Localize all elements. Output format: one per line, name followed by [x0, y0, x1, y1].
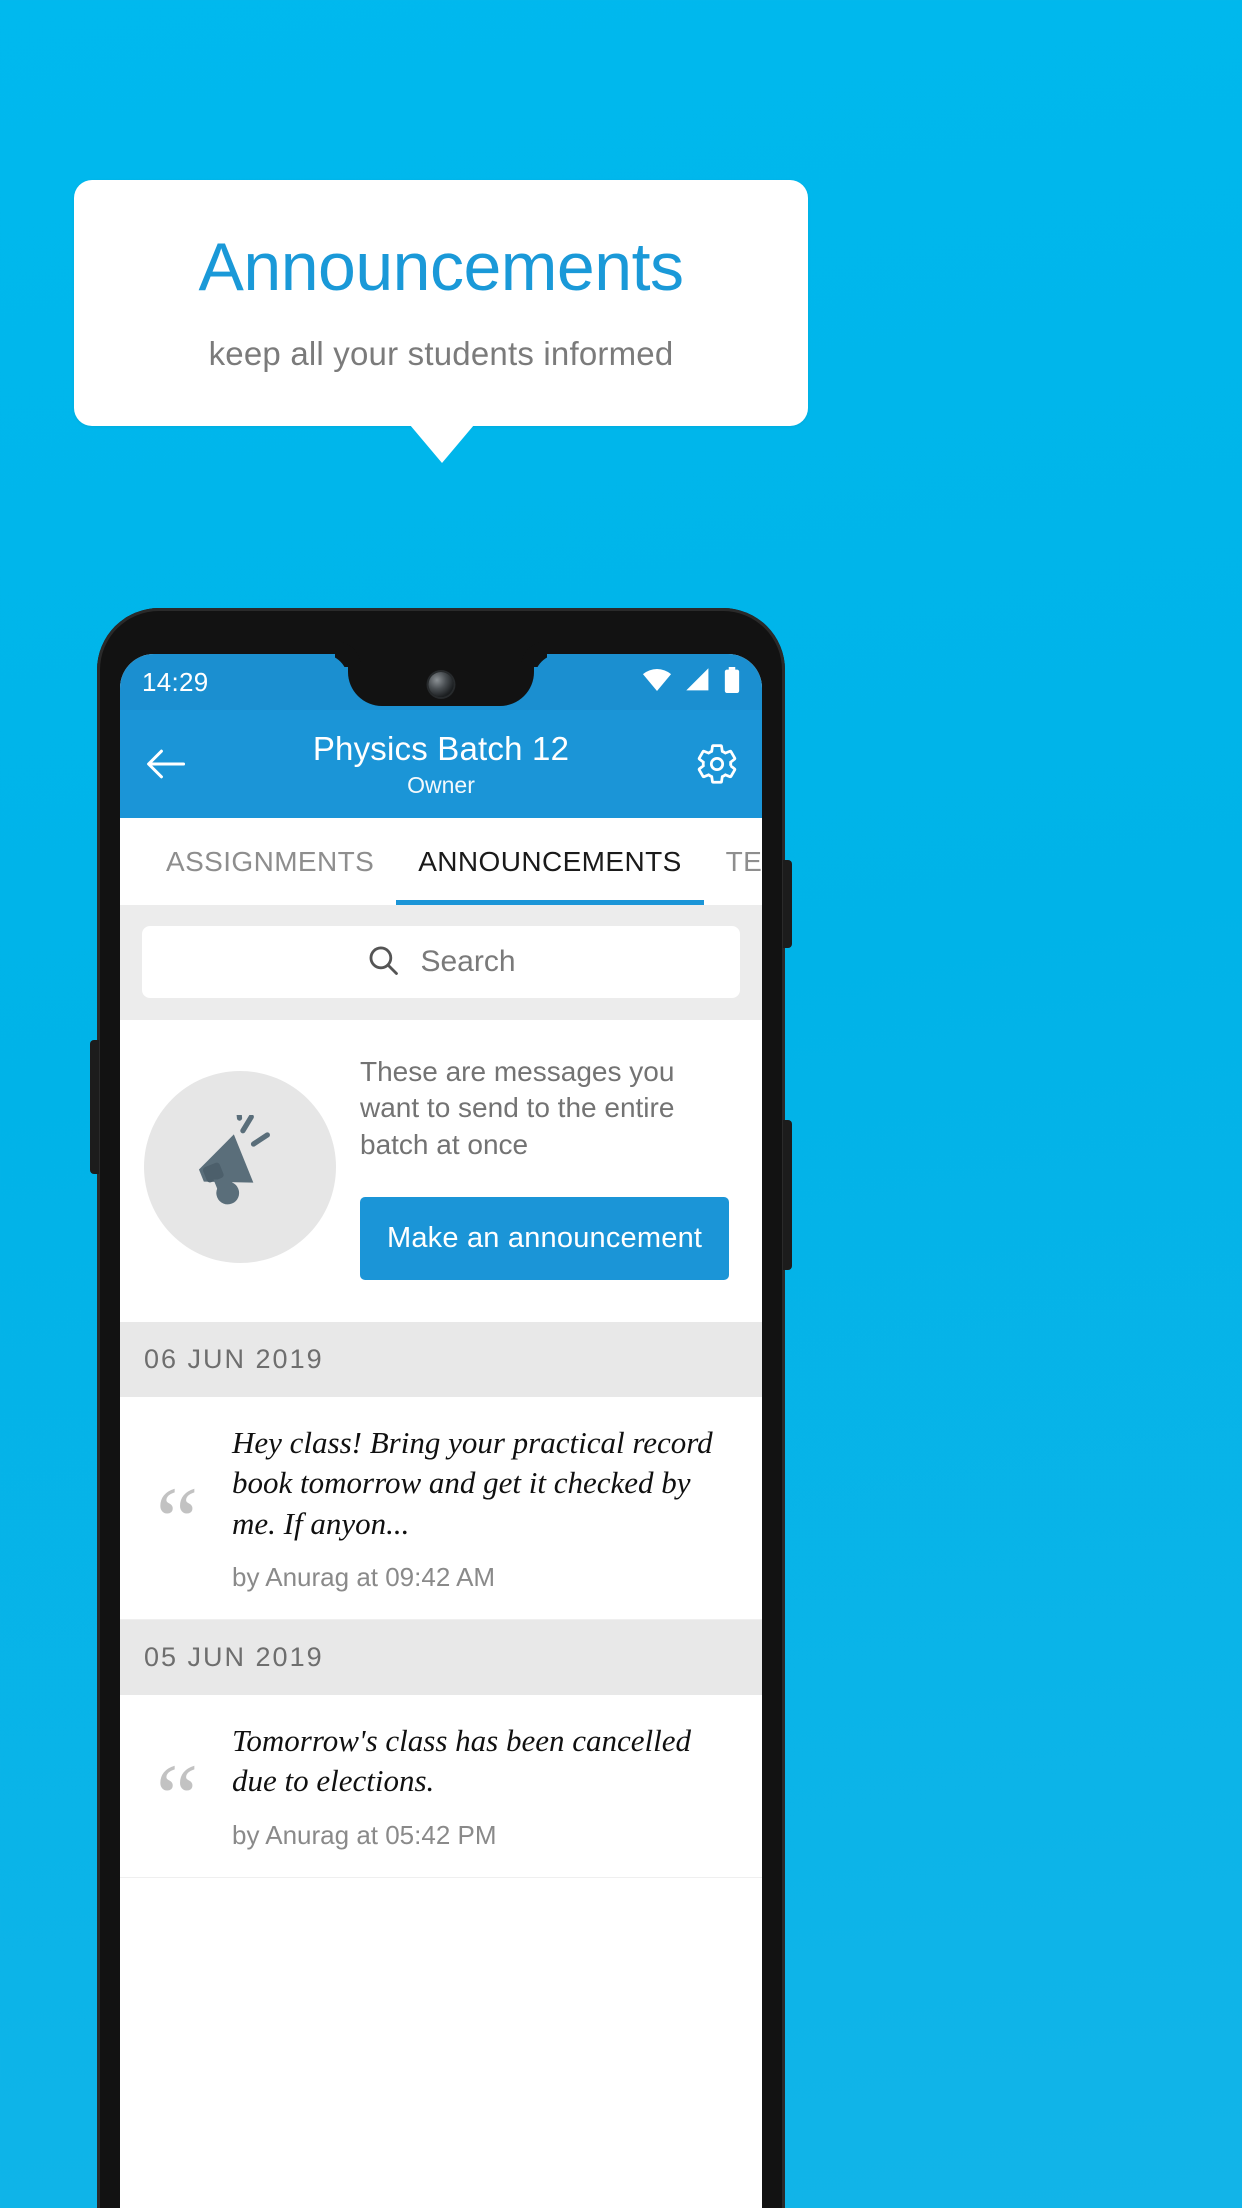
announcement-body: Hey class! Bring your practical record b… [232, 1423, 738, 1593]
announcement-body: Tomorrow's class has been cancelled due … [232, 1721, 738, 1851]
signal-icon [685, 667, 711, 697]
status-clock: 14:29 [142, 666, 209, 697]
page-title: Physics Batch 12 [312, 729, 570, 767]
announcement-meta: by Anurag at 09:42 AM [232, 1562, 496, 1593]
search-icon [366, 943, 400, 982]
phone-volume-button [783, 1120, 792, 1270]
tab-bar: ASSIGNMENTS ANNOUNCEMENTS TESTS ’ [120, 818, 762, 906]
quote-icon: “ [155, 1466, 199, 1574]
page-subtitle: Owner [407, 771, 475, 798]
empty-state-description: These are messages you want to send to t… [360, 1056, 675, 1160]
phone-power-button [783, 860, 792, 948]
promo-subtitle: keep all your students informed [208, 335, 674, 372]
megaphone-icon [144, 1071, 336, 1264]
phone-frame: 14:29 Physics Batch 12 Owner ASSIGNMENTS… [90, 608, 792, 2208]
wifi-icon [642, 668, 672, 696]
tab-assignments[interactable]: ASSIGNMENTS [144, 818, 396, 905]
announcement-empty-state: These are messages you want to send to t… [120, 1020, 762, 1323]
back-arrow-icon[interactable] [142, 741, 188, 787]
announcement-list-item[interactable]: “ Tomorrow's class has been cancelled du… [120, 1695, 762, 1878]
make-announcement-button[interactable]: Make an announcement [360, 1197, 730, 1281]
tab-announcements[interactable]: ANNOUNCEMENTS [396, 818, 705, 905]
app-bar-titles: Physics Batch 12 Owner [120, 730, 762, 799]
phone-side-button-left [90, 1040, 99, 1174]
search-input[interactable]: Search [142, 926, 740, 998]
announcement-list-item[interactable]: “ Hey class! Bring your practical record… [120, 1397, 762, 1621]
promo-card: Announcements keep all your students inf… [74, 180, 808, 426]
phone-notch [348, 654, 534, 706]
quote-icon: “ [155, 1744, 199, 1852]
app-bar: Physics Batch 12 Owner [120, 710, 762, 818]
announcement-meta: by Anurag at 05:42 PM [232, 1819, 497, 1850]
announcement-text: Tomorrow's class has been cancelled due … [232, 1723, 691, 1799]
phone-screen: 14:29 Physics Batch 12 Owner ASSIGNMENTS… [120, 654, 762, 2208]
search-container: Search [120, 906, 762, 1020]
empty-state-body: These are messages you want to send to t… [360, 1054, 738, 1281]
promo-bubble-tail [410, 425, 474, 463]
date-header: 06 JUN 2019 [120, 1322, 762, 1398]
promo-title: Announcements [198, 229, 684, 305]
battery-icon [724, 666, 740, 698]
tab-tests[interactable]: TESTS [704, 818, 762, 905]
gear-icon[interactable] [694, 741, 740, 787]
date-header: 05 JUN 2019 [120, 1620, 762, 1696]
front-camera-icon [428, 672, 454, 697]
status-icon-group [642, 666, 740, 698]
announcement-text: Hey class! Bring your practical record b… [232, 1425, 713, 1541]
search-placeholder: Search [420, 945, 516, 978]
